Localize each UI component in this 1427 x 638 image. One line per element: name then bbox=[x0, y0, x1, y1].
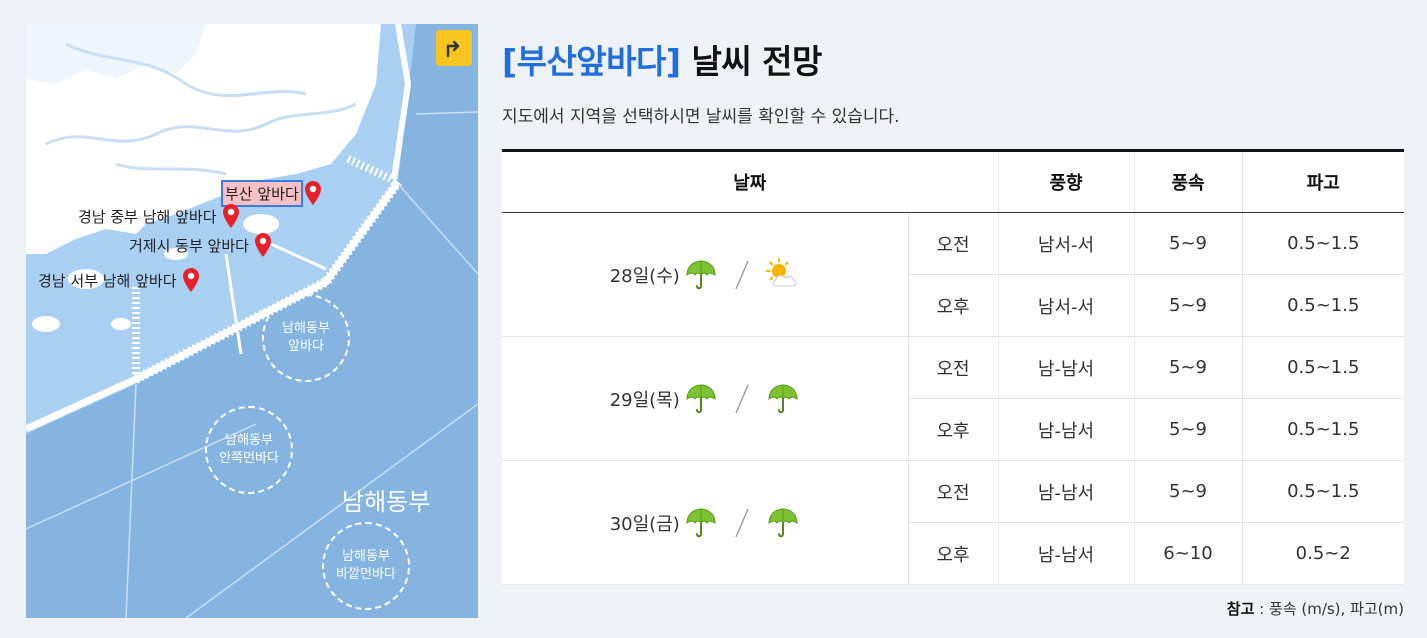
wave-height-cell: 0.5~2 bbox=[1241, 522, 1404, 585]
wave-height-cell: 0.5~1.5 bbox=[1241, 274, 1404, 337]
region-gyeongnam-central-front-sea[interactable]: 경남 중부 남해 앞바다 bbox=[76, 204, 239, 228]
unit-note-label: 참고 bbox=[1226, 600, 1255, 618]
umbrella-icon bbox=[768, 383, 798, 413]
date-text: 29일(목) bbox=[609, 389, 680, 411]
header-wind-speed: 풍속 bbox=[1133, 150, 1242, 213]
forecast-table: 날짜 풍향 풍속 파고 28일(수) 오전 남서-서 5~9 0.5~1.5 오후 남서-서… bbox=[502, 149, 1404, 585]
period-cell: 오전 bbox=[907, 336, 998, 399]
date-text: 28일(수) bbox=[609, 265, 680, 287]
divider-slash bbox=[735, 384, 749, 413]
zone-label-line: 남해동부 bbox=[342, 549, 390, 565]
zone-label-line: 앞바다 bbox=[288, 339, 324, 354]
zone-south-east-label: 남해동부 bbox=[342, 488, 431, 516]
wind-direction-cell: 남-남서 bbox=[997, 522, 1134, 585]
location-pin-icon bbox=[304, 181, 321, 205]
page-subtitle: 지도에서 지역을 선택하시면 날씨를 확인할 수 있습니다. bbox=[502, 107, 900, 127]
region-label-text: 경남 서부 남해 앞바다 bbox=[38, 271, 177, 290]
region-busan-front-sea[interactable]: 부산 앞바다 bbox=[221, 179, 321, 207]
wind-speed-cell: 5~9 bbox=[1133, 460, 1242, 523]
period-cell: 오후 bbox=[907, 274, 998, 337]
header-wind-direction: 풍향 bbox=[997, 150, 1134, 213]
location-pin-icon bbox=[222, 204, 239, 228]
region-label-text: 거제시 동부 앞바다 bbox=[129, 236, 249, 255]
page-title: [부산앞바다] 날씨 전망 bbox=[502, 40, 1404, 84]
zone-label-line: 남해동부 bbox=[225, 433, 273, 449]
date-text: 30일(금) bbox=[609, 513, 680, 535]
table-row: 29일(목) 오전 남-남서 5~9 0.5~1.5 bbox=[502, 336, 1404, 461]
map-back-button[interactable] bbox=[436, 30, 472, 66]
wind-direction-cell: 남-남서 bbox=[997, 460, 1134, 523]
date-cell: 29일(목) bbox=[502, 336, 908, 461]
wind-direction-cell: 남-남서 bbox=[997, 398, 1134, 461]
wind-speed-cell: 6~10 bbox=[1133, 522, 1242, 585]
umbrella-icon bbox=[686, 507, 716, 537]
wave-height-cell: 0.5~1.5 bbox=[1241, 212, 1404, 275]
sea-region-map: 부산 앞바다 경남 중부 남해 앞바다 거제시 동부 앞바다 경남 서부 남해 … bbox=[26, 24, 478, 618]
location-pin-icon bbox=[182, 268, 199, 292]
wind-direction-cell: 남-남서 bbox=[997, 336, 1134, 399]
return-arrow-icon bbox=[446, 40, 460, 58]
wind-direction-cell: 남서-서 bbox=[997, 212, 1134, 275]
period-cell: 오전 bbox=[907, 460, 998, 523]
zone-label-line: 안쪽먼바다 bbox=[219, 451, 279, 466]
table-row: 30일(금) 오전 남-남서 5~9 0.5~1.5 bbox=[502, 460, 1404, 585]
region-gyeongnam-west-front-sea[interactable]: 경남 서부 남해 앞바다 bbox=[36, 268, 199, 292]
zone-label-line: 남해동부 bbox=[282, 321, 330, 337]
period-cell: 오전 bbox=[907, 212, 998, 275]
unit-note-text: : 풍속 (m/s), 파고(m) bbox=[1254, 600, 1404, 618]
table-header-row: 날짜 풍향 풍속 파고 bbox=[502, 150, 1404, 213]
wind-speed-cell: 5~9 bbox=[1133, 212, 1242, 275]
divider-slash bbox=[735, 508, 749, 537]
header-wave-height: 파고 bbox=[1241, 150, 1404, 213]
header-date: 날짜 bbox=[502, 150, 998, 213]
date-cell: 30일(금) bbox=[502, 460, 908, 585]
wind-speed-cell: 5~9 bbox=[1133, 398, 1242, 461]
wave-height-cell: 0.5~1.5 bbox=[1241, 336, 1404, 399]
region-label-text: 부산 앞바다 bbox=[221, 179, 303, 207]
unit-note: 참고 : 풍속 (m/s), 파고(m) bbox=[1227, 598, 1404, 619]
map-background bbox=[26, 24, 478, 618]
zone-south-east-inner-far-sea[interactable]: 남해동부 안쪽먼바다 bbox=[205, 406, 293, 494]
region-label-text: 경남 중부 남해 앞바다 bbox=[78, 207, 217, 226]
wind-direction-cell: 남서-서 bbox=[997, 274, 1134, 337]
divider-slash bbox=[735, 260, 749, 289]
zone-south-east-outer-far-sea[interactable]: 남해동부 바깥먼바다 bbox=[322, 522, 410, 610]
sun-cloud-icon bbox=[765, 257, 797, 286]
region-geoje-east-front-sea[interactable]: 거제시 동부 앞바다 bbox=[127, 233, 271, 257]
zone-label-line: 바깥먼바다 bbox=[336, 567, 396, 582]
table-row: 28일(수) 오전 남서-서 5~9 0.5~1.5 bbox=[502, 212, 1404, 337]
wave-height-cell: 0.5~1.5 bbox=[1241, 398, 1404, 461]
umbrella-icon bbox=[686, 383, 716, 413]
wind-speed-cell: 5~9 bbox=[1133, 274, 1242, 337]
page-title-text: 날씨 전망 bbox=[691, 42, 822, 81]
umbrella-icon bbox=[686, 259, 716, 289]
page-title-region: [부산앞바다] bbox=[502, 42, 681, 81]
date-cell: 28일(수) bbox=[502, 212, 908, 337]
zone-south-east-front-sea[interactable]: 남해동부 앞바다 bbox=[262, 294, 350, 382]
period-cell: 오후 bbox=[907, 398, 998, 461]
wave-height-cell: 0.5~1.5 bbox=[1241, 460, 1404, 523]
forecast-panel: [부산앞바다] 날씨 전망 지도에서 지역을 선택하시면 날씨를 확인할 수 있… bbox=[502, 40, 1404, 618]
period-cell: 오후 bbox=[907, 522, 998, 585]
wind-speed-cell: 5~9 bbox=[1133, 336, 1242, 399]
location-pin-icon bbox=[254, 233, 271, 257]
umbrella-icon bbox=[768, 507, 798, 537]
